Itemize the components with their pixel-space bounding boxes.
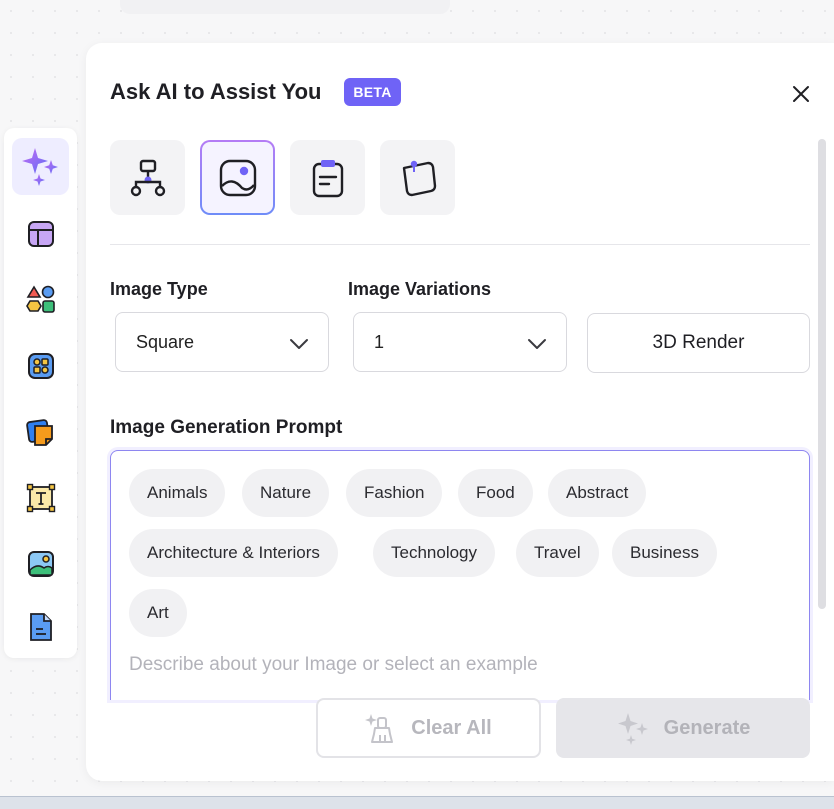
ai-sparkle-tool[interactable] (12, 138, 69, 195)
layout-tool[interactable] (12, 205, 69, 262)
chip-art[interactable]: Art (129, 589, 187, 637)
text-box-tool[interactable] (12, 469, 69, 526)
ai-assist-panel: Ask AI to Assist You BETA Image Type Squ… (86, 43, 834, 781)
flowchart-icon (130, 159, 165, 196)
tab-sticky-note[interactable] (380, 140, 455, 215)
clipboard-icon (312, 159, 343, 197)
panel-title: Ask AI to Assist You (110, 79, 322, 104)
chip-architecture-interiors[interactable]: Architecture & Interiors (129, 529, 338, 577)
chevron-down-icon (528, 339, 546, 349)
image-variations-value: 1 (374, 331, 385, 352)
tab-document[interactable] (290, 140, 365, 215)
text-box-icon (26, 483, 55, 512)
clear-all-label: Clear All (411, 716, 492, 739)
image-variations-select[interactable]: 1 (353, 312, 567, 372)
chip-travel[interactable]: Travel (516, 529, 599, 577)
components-tool[interactable] (12, 337, 69, 394)
prompt-input[interactable]: Animals Nature Fashion Food Abstract Arc… (110, 450, 810, 700)
image-variations-label: Image Variations (348, 279, 492, 299)
sticky-note-icon (402, 160, 436, 196)
sticky-notes-icon (25, 418, 53, 446)
image-type-select[interactable]: Square (115, 312, 329, 372)
bottom-bar (0, 796, 834, 809)
beta-badge: BETA (344, 78, 401, 106)
image-tool[interactable] (12, 535, 69, 592)
divider (110, 244, 810, 245)
scrollbar[interactable] (818, 139, 826, 609)
chip-fashion[interactable]: Fashion (346, 469, 443, 517)
generate-button[interactable]: Generate (556, 698, 810, 758)
style-button[interactable]: 3D Render (587, 313, 810, 373)
chip-animals[interactable]: Animals (129, 469, 226, 517)
prompt-label: Image Generation Prompt (110, 417, 343, 438)
chevron-down-icon (290, 339, 308, 349)
chip-technology[interactable]: Technology (373, 529, 496, 577)
shapes-icon (25, 284, 55, 313)
generate-label: Generate (663, 716, 751, 739)
chip-abstract[interactable]: Abstract (548, 469, 647, 517)
close-icon (793, 86, 809, 102)
image-icon (27, 550, 54, 577)
ai-sparkle-icon (21, 147, 58, 186)
sparkle-icon (617, 713, 648, 745)
sticky-notes-tool[interactable] (12, 403, 69, 460)
magic-eraser-icon (365, 714, 394, 743)
chip-nature[interactable]: Nature (242, 469, 330, 517)
clear-all-button[interactable]: Clear All (316, 698, 541, 758)
shapes-tool[interactable] (12, 271, 69, 328)
tab-image[interactable] (200, 140, 275, 215)
close-button[interactable] (786, 79, 816, 109)
chip-food[interactable]: Food (458, 469, 533, 517)
components-icon (27, 352, 54, 379)
top-edge (120, 0, 450, 14)
image-icon (219, 159, 256, 196)
left-toolbar (4, 128, 77, 658)
image-type-value: Square (136, 331, 195, 352)
image-type-label: Image Type (110, 279, 208, 299)
document-icon (29, 612, 52, 641)
tab-flowchart[interactable] (110, 140, 185, 215)
layout-icon (27, 220, 54, 247)
prompt-placeholder: Describe about your Image or select an e… (129, 654, 538, 675)
chip-business[interactable]: Business (612, 529, 717, 577)
document-tool[interactable] (12, 598, 69, 655)
